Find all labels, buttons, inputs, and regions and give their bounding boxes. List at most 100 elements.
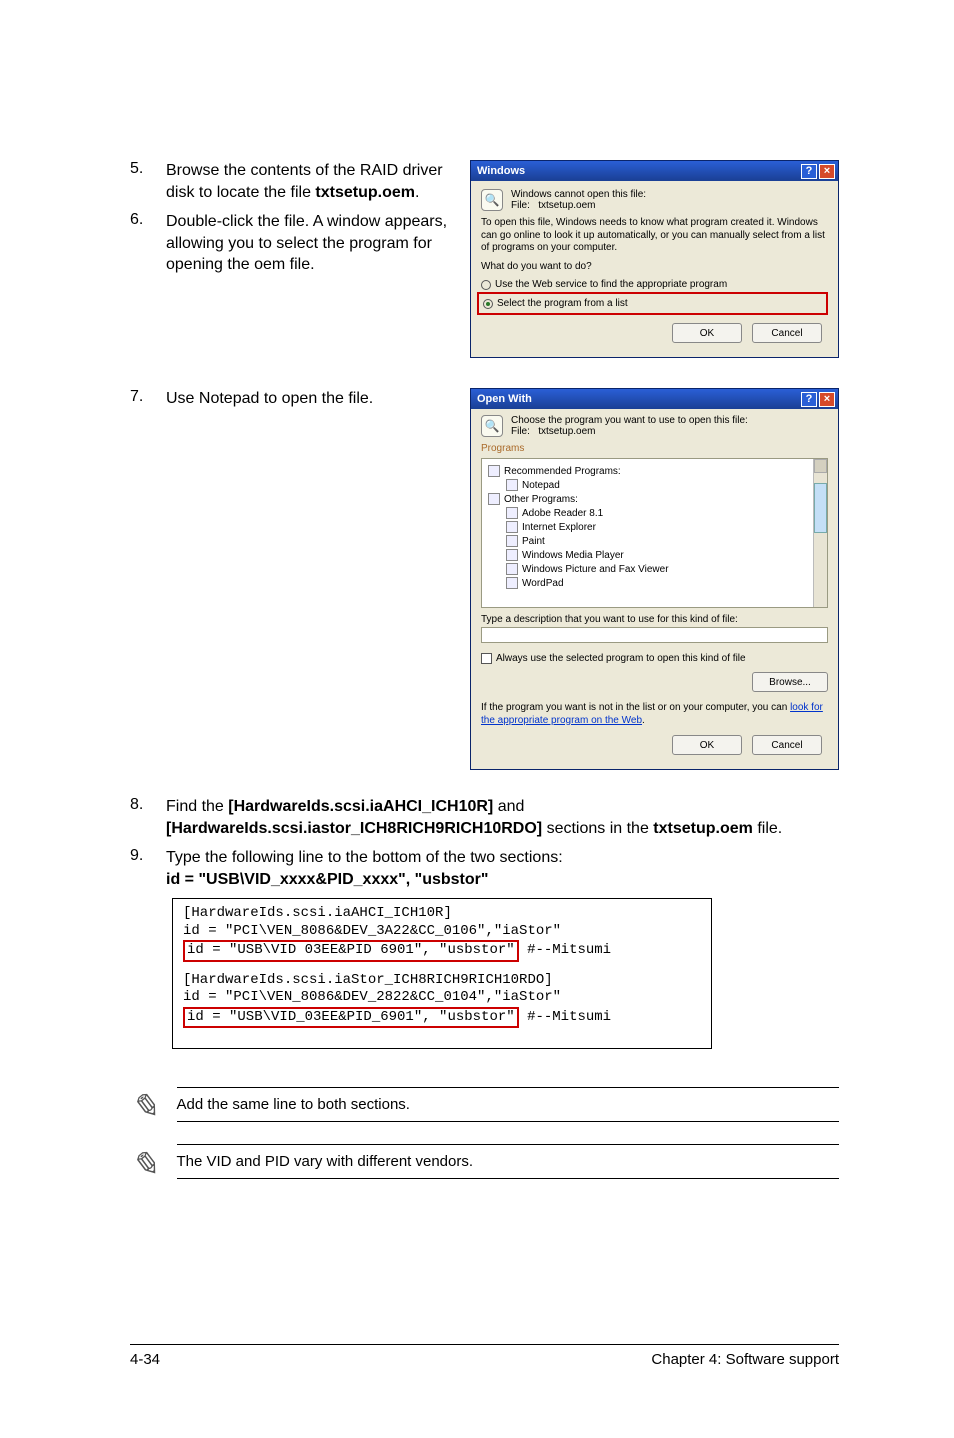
radio-web-service[interactable]: Use the Web service to find the appropri… — [481, 279, 828, 290]
step-number: 9. — [130, 847, 166, 890]
list-item[interactable]: Windows Media Player — [506, 549, 821, 561]
step-7-group: 7. Use Notepad to open the file. Open Wi… — [130, 388, 839, 770]
page-footer: 4-34 Chapter 4: Software support — [130, 1344, 839, 1368]
app-icon — [506, 549, 518, 561]
file-icon: 🔍 — [481, 189, 503, 211]
step-text: Type the following line to the bottom of… — [166, 847, 563, 890]
list-item[interactable]: Paint — [506, 535, 821, 547]
filename-bold: txtsetup.oem — [653, 820, 753, 837]
help-button[interactable]: ? — [801, 392, 817, 407]
scroll-up-icon[interactable] — [814, 459, 827, 473]
item-label: WordPad — [522, 578, 564, 589]
item-label: Windows Media Player — [522, 550, 624, 561]
step-text: Use Notepad to open the file. — [166, 388, 373, 410]
step-text: Find the [HardwareIds.scsi.iaAHCI_ICH10R… — [166, 796, 839, 839]
app-icon — [506, 577, 518, 589]
chapter-title: Chapter 4: Software support — [651, 1351, 839, 1368]
list-item[interactable]: WordPad — [506, 577, 821, 589]
scroll-thumb[interactable] — [814, 483, 827, 533]
code-line: id = "PCI\VEN_8086&DEV_2822&CC_0104","ia… — [183, 989, 701, 1007]
checkbox-label: Always use the selected program to open … — [496, 653, 746, 664]
app-icon — [506, 521, 518, 533]
cannot-open-text: Windows cannot open this file: — [511, 189, 646, 200]
ok-button[interactable]: OK — [672, 323, 742, 343]
programs-tab[interactable]: Programs — [481, 443, 828, 454]
note-icons: ✎ ✎ — [130, 1087, 159, 1185]
folder-icon — [488, 493, 500, 505]
page-number: 4-34 — [130, 1351, 160, 1368]
highlighted-code: id = "USB\VID_03EE&PID_6901", "usbstor" — [183, 1007, 519, 1029]
app-icon — [506, 507, 518, 519]
dialog-title: Windows — [477, 165, 525, 177]
step-5-6-group: 5. Browse the contents of the RAID drive… — [130, 160, 839, 358]
code-line: id = "USB\VID_03EE&PID_6901", "usbstor" … — [183, 1007, 701, 1029]
app-icon — [506, 479, 518, 491]
step-number: 5. — [130, 160, 166, 203]
note-2: The VID and PID vary with different vend… — [177, 1144, 840, 1179]
radio-icon — [481, 280, 491, 290]
app-icon — [506, 535, 518, 547]
text: Find the — [166, 798, 228, 815]
browse-button[interactable]: Browse... — [752, 672, 828, 692]
step-text: Double-click the file. A window appears,… — [166, 211, 460, 276]
code-comment: #--Mitsumi — [527, 942, 611, 958]
dialog-title: Open With — [477, 393, 532, 405]
question-text: What do you want to do? — [481, 261, 828, 274]
code-line-bold: id = "USB\VID_xxxx&PID_xxxx", "usbstor" — [166, 871, 488, 888]
code-line: id = "USB\VID 03EE&PID 6901", "usbstor" … — [183, 940, 701, 962]
type-description-label: Type a description that you want to use … — [481, 614, 828, 625]
help-button[interactable]: ? — [801, 164, 817, 179]
folder-icon — [488, 465, 500, 477]
cancel-button[interactable]: Cancel — [752, 323, 822, 343]
step-number: 7. — [130, 388, 166, 410]
cancel-button[interactable]: Cancel — [752, 735, 822, 755]
step-9: 9. Type the following line to the bottom… — [130, 847, 839, 890]
radio-icon — [483, 299, 493, 309]
ok-button[interactable]: OK — [672, 735, 742, 755]
text: sections in the — [542, 820, 653, 837]
note-1: Add the same line to both sections. — [177, 1087, 840, 1122]
close-button[interactable]: × — [819, 392, 835, 407]
code-line: [HardwareIds.scsi.iaStor_ICH8RICH9RICH10… — [183, 972, 701, 990]
list-item[interactable]: Internet Explorer — [506, 521, 821, 533]
notes-section: ✎ ✎ Add the same line to both sections. … — [130, 1087, 839, 1201]
section-name-bold: [HardwareIds.scsi.iastor_ICH8RICH9RICH10… — [166, 820, 542, 837]
file-label: File: — [511, 200, 530, 211]
step-8: 8. Find the [HardwareIds.scsi.iaAHCI_ICH… — [130, 796, 839, 839]
list-item[interactable]: Windows Picture and Fax Viewer — [506, 563, 821, 575]
titlebar: Open With ? × — [471, 389, 838, 409]
code-comment: #--Mitsumi — [527, 1009, 611, 1025]
item-label: Adobe Reader 8.1 — [522, 508, 603, 519]
code-line: id = "PCI\VEN_8086&DEV_3A22&CC_0106","ia… — [183, 923, 701, 941]
web-link-text: If the program you want is not in the li… — [481, 702, 828, 727]
app-icon — [506, 563, 518, 575]
text: Type the following line to the bottom of… — [166, 849, 563, 866]
radio-label: Select the program from a list — [497, 298, 628, 309]
step-6: 6. Double-click the file. A window appea… — [130, 211, 460, 276]
description-input[interactable] — [481, 627, 828, 643]
step-text: Browse the contents of the RAID driver d… — [166, 160, 460, 203]
step-number: 6. — [130, 211, 166, 276]
other-category: Other Programs: — [488, 493, 821, 505]
text: . — [642, 715, 645, 726]
file-name: txtsetup.oem — [538, 426, 595, 437]
radio-select-list[interactable]: Select the program from a list — [483, 298, 822, 309]
file-name: txtsetup.oem — [538, 200, 595, 211]
windows-dialog: Windows ? × 🔍 Windows cannot open this f… — [470, 160, 839, 358]
always-use-checkbox[interactable]: Always use the selected program to open … — [481, 653, 828, 664]
note-icon: ✎ — [130, 1145, 159, 1185]
close-button[interactable]: × — [819, 164, 835, 179]
text: . — [415, 184, 419, 201]
text: and — [493, 798, 524, 815]
file-icon: 🔍 — [481, 415, 503, 437]
program-list[interactable]: Recommended Programs: Notepad Other Prog… — [481, 458, 828, 608]
code-sample: [HardwareIds.scsi.iaAHCI_ICH10R] id = "P… — [172, 898, 712, 1049]
filename-bold: txtsetup.oem — [315, 184, 415, 201]
item-label: Windows Picture and Fax Viewer — [522, 564, 669, 575]
checkbox-icon — [481, 653, 492, 664]
category-label: Other Programs: — [504, 494, 578, 505]
scrollbar[interactable] — [813, 459, 827, 607]
list-item[interactable]: Adobe Reader 8.1 — [506, 507, 821, 519]
file-label: File: — [511, 426, 530, 437]
list-item[interactable]: Notepad — [506, 479, 821, 491]
